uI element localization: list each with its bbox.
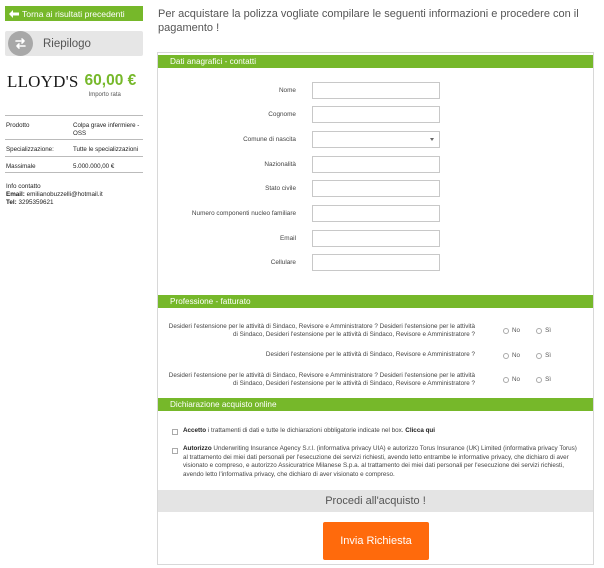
radio-group-q2: No Sì [503,352,551,359]
back-to-results-button[interactable]: Torna ai risultati precedenti [5,6,143,21]
contact-title: Info contatto [6,183,41,190]
radio-label-no: No [512,327,521,334]
authorize-body: Underwriting Insurance Agency S.r.l. (in… [183,445,577,478]
price-caption: Importo rata [88,92,121,98]
intro-text: Per acquistare la polizza vogliate compi… [158,8,579,34]
email-input[interactable] [312,230,440,247]
radio-option-no[interactable]: No [503,327,520,334]
contact-email: Email: emilianobuzzelli@hotmail.it [6,191,143,199]
nazionalita-input[interactable] [312,156,440,173]
info-row-product: Prodotto Colpa grave infermiere -OSS [5,116,143,140]
question-3: Desideri l'estensione per le attività di… [168,372,475,387]
question-2: Desideri l'estensione per le attività di… [265,351,475,358]
info-value: Tutte le specializzazioni [73,146,139,153]
info-key: Specializzazione: [6,146,54,153]
info-value: Colpa grave infermiere -OSS [73,122,140,137]
authorize-bold: Autorizzo [183,445,212,452]
arrow-left-icon [9,9,19,18]
purchase-form-panel: Dati anagrafici - contatti Nome Cognome … [157,52,594,565]
field-label: Nazionalità [264,161,296,168]
policy-info-table: Prodotto Colpa grave infermiere -OSS Spe… [5,115,143,173]
contact-info: Info contatto Email: emilianobuzzelli@ho… [5,183,143,207]
info-row-specialization: Specializzazione: Tutte le specializzazi… [5,140,143,157]
radio-group-q3: No Sì [503,376,551,383]
radio-label-no: No [512,352,521,359]
submit-request-button[interactable]: Invia Richiesta [323,522,429,560]
accept-bold: Accetto [183,427,207,434]
radio-icon [503,352,509,359]
nome-input[interactable] [312,82,440,99]
radio-icon [503,327,509,334]
authorize-text: Autorizzo Underwriting Insurance Agency … [183,445,583,479]
accept-link[interactable]: Clicca qui [405,427,435,434]
radio-icon [536,327,543,334]
radio-option-yes[interactable]: Sì [536,327,551,334]
info-value: 5.000.000,00 € [73,162,115,170]
form-row-email: Email [158,230,593,247]
field-label: Nome [278,87,296,94]
section-header-contacts: Dati anagrafici - contatti [158,55,593,68]
cognome-input[interactable] [312,106,440,123]
lloyds-logo: LLOYD'S [7,72,79,91]
nucleo-familiare-input[interactable] [312,205,440,222]
form-row-cognome: Cognome [158,106,593,123]
radio-label-no: No [512,376,521,383]
email-value: emilianobuzzelli@hotmail.it [26,191,103,198]
swap-arrows-icon [8,31,33,56]
radio-icon [536,376,543,383]
radio-option-yes[interactable]: Sì [536,376,551,383]
back-button-label: Torna ai risultati precedenti [22,8,125,19]
field-label: Stato civile [265,185,296,192]
radio-label-yes: Sì [545,352,552,359]
comune-select[interactable] [312,131,440,148]
info-key: Prodotto [6,122,30,129]
form-row-nazionalita: Nazionalità [158,156,593,173]
authorize-checkbox[interactable] [172,448,178,454]
summary-label: Riepilogo [43,37,91,50]
accept-text: Accetto i trattamenti di dati e tutte le… [183,427,583,436]
form-row-nome: Nome [158,82,593,99]
chevron-down-icon [430,138,434,141]
tel-value: 3295359621 [18,199,54,206]
radio-option-no[interactable]: No [503,352,520,359]
field-label: Comune di nascita [243,136,296,143]
info-row-coverage: Massimale 5.000.000,00 € [5,157,143,173]
sidebar: Torna ai risultati precedenti Riepilogo … [5,6,143,207]
radio-group-q1: No Sì [503,327,551,334]
field-label: Cognome [268,111,296,118]
radio-option-yes[interactable]: Sì [536,352,551,359]
question-1: Desideri l'estensione per le attività di… [168,323,475,338]
email-label: Email: [6,191,25,198]
field-label: Cellulare [270,259,296,266]
accept-body: i trattamenti di dati e tutte le dichiar… [206,427,404,434]
form-row-comune: Comune di nascita [158,131,593,148]
brand-row: LLOYD'S 60,00 € Importo rata [5,71,143,98]
proceed-bar: Procedi all'acquisto ! [158,490,593,512]
price-value: 60,00 € [84,72,137,89]
contact-phone: Tel: 3295359621 [6,199,143,207]
field-label: Numero componenti nucleo familiare [191,210,296,217]
radio-option-no[interactable]: No [503,376,520,383]
section-header-profession: Professione - fatturato [158,295,593,308]
price-box: 60,00 € Importo rata [85,71,137,98]
info-key: Massimale [6,162,36,170]
summary-button[interactable]: Riepilogo [5,31,143,56]
form-row-nucleo: Numero componenti nucleo familiare [158,205,593,222]
radio-icon [503,376,509,383]
radio-label-yes: Sì [545,376,552,383]
accept-checkbox[interactable] [172,429,178,435]
section-header-declaration: Dichiarazione acquisto online [158,398,593,411]
radio-icon [536,352,543,359]
radio-label-yes: Sì [545,327,552,334]
stato-civile-input[interactable] [312,180,440,197]
field-label: Email [280,235,296,242]
cellulare-input[interactable] [312,254,440,271]
tel-label: Tel: [6,199,17,206]
form-row-cellulare: Cellulare [158,254,593,271]
form-row-stato-civile: Stato civile [158,180,593,197]
